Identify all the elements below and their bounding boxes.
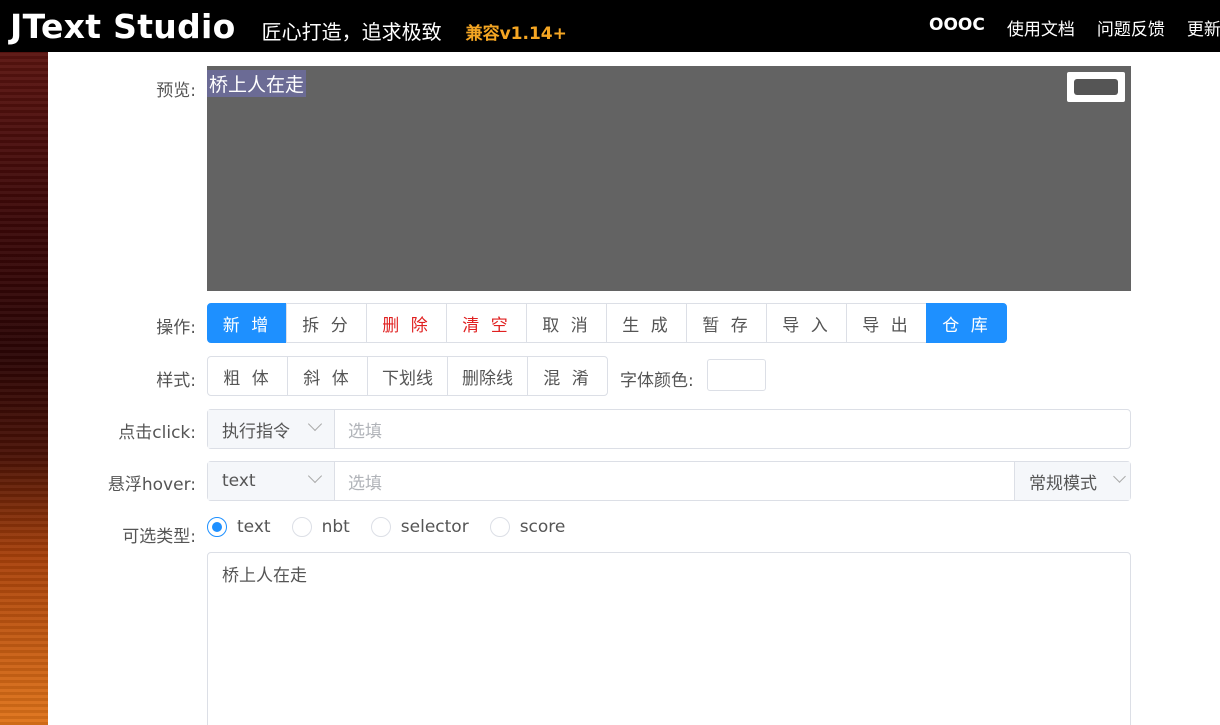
hover-type-select[interactable]: text bbox=[208, 462, 335, 500]
preview-label: 预览: bbox=[156, 81, 196, 101]
type-radio-group: text nbt selector score bbox=[207, 517, 586, 537]
click-value-input[interactable]: 选填 bbox=[335, 410, 1130, 448]
radio-unchecked-icon bbox=[489, 517, 510, 537]
radio-text-label: text bbox=[237, 517, 271, 537]
preview-area: 桥上人在走 bbox=[207, 66, 1131, 291]
style-button-group: 粗 体 斜 体 下划线 删除线 混 淆 bbox=[207, 356, 608, 396]
font-color-label: 字体颜色: bbox=[620, 371, 694, 391]
radio-selector-label: selector bbox=[400, 517, 469, 537]
chevron-down-icon bbox=[307, 416, 323, 432]
add-button[interactable]: 新 增 bbox=[207, 303, 287, 343]
slogan: 匠心打造，追求极致 bbox=[261, 19, 442, 44]
generate-button[interactable]: 生 成 bbox=[606, 303, 687, 343]
preview-text: 桥上人在走 bbox=[207, 70, 307, 97]
text-editor[interactable]: 桥上人在走 bbox=[207, 552, 1131, 725]
hover-mode-select[interactable]: 常规模式 bbox=[1014, 462, 1130, 500]
compat-badge: 兼容v1.14+ bbox=[465, 23, 567, 44]
brand-title[interactable]: JText Studio bbox=[10, 7, 236, 46]
hover-mode-value: 常规模式 bbox=[1029, 473, 1097, 494]
actions-label: 操作: bbox=[156, 318, 196, 338]
radio-score-label: score bbox=[519, 517, 566, 537]
click-action-select[interactable]: 执行指令 bbox=[208, 410, 335, 448]
obfuscate-button[interactable]: 混 淆 bbox=[527, 356, 608, 396]
font-color-picker[interactable] bbox=[707, 359, 766, 391]
action-button-group: 新 增 拆 分 删 除 清 空 取 消 生 成 暂 存 导 入 导 出 仓 库 bbox=[207, 303, 1007, 343]
nav-feedback[interactable]: 问题反馈 bbox=[1097, 15, 1165, 40]
main-panel: 预览: 桥上人在走 操作: 新 增 拆 分 删 除 清 空 取 消 生 成 暂 … bbox=[48, 52, 1220, 725]
chevron-down-icon bbox=[307, 468, 323, 484]
delete-button[interactable]: 删 除 bbox=[366, 303, 447, 343]
click-label: 点击click: bbox=[118, 423, 196, 443]
italic-button[interactable]: 斜 体 bbox=[287, 356, 368, 396]
strikethrough-button[interactable]: 删除线 bbox=[447, 356, 528, 396]
split-button[interactable]: 拆 分 bbox=[286, 303, 367, 343]
radio-checked-icon bbox=[207, 517, 227, 537]
hover-value-input[interactable]: 选填 bbox=[335, 462, 1014, 500]
background-art bbox=[0, 52, 48, 725]
bold-button[interactable]: 粗 体 bbox=[207, 356, 288, 396]
click-input-row: 执行指令 选填 bbox=[207, 409, 1131, 449]
styles-label: 样式: bbox=[156, 371, 196, 391]
import-button[interactable]: 导 入 bbox=[766, 303, 847, 343]
top-header: JText Studio 匠心打造，追求极致 兼容v1.14+ OOOC 使用文… bbox=[0, 0, 1220, 52]
hover-input-row: text 选填 常规模式 bbox=[207, 461, 1131, 501]
hover-type-value: text bbox=[222, 471, 256, 491]
radio-unchecked-icon bbox=[370, 517, 391, 537]
nav-updates[interactable]: 更新 bbox=[1187, 15, 1220, 40]
nav-docs[interactable]: 使用文档 bbox=[1007, 15, 1075, 40]
stash-button[interactable]: 暂 存 bbox=[686, 303, 767, 343]
radio-unchecked-icon bbox=[291, 517, 312, 537]
preview-bg-toggle[interactable] bbox=[1067, 72, 1125, 102]
radio-selector[interactable]: selector bbox=[370, 517, 469, 537]
top-nav: OOOC 使用文档 问题反馈 更新 bbox=[929, 15, 1220, 40]
hover-label: 悬浮hover: bbox=[107, 475, 196, 495]
radio-score[interactable]: score bbox=[489, 517, 566, 537]
underline-button[interactable]: 下划线 bbox=[367, 356, 448, 396]
radio-text[interactable]: text bbox=[207, 517, 271, 537]
export-button[interactable]: 导 出 bbox=[846, 303, 927, 343]
click-action-value: 执行指令 bbox=[222, 421, 290, 442]
chevron-down-icon bbox=[1113, 470, 1126, 483]
radio-nbt[interactable]: nbt bbox=[291, 517, 350, 537]
repository-button[interactable]: 仓 库 bbox=[926, 303, 1007, 343]
radio-nbt-label: nbt bbox=[321, 517, 350, 537]
nav-oooc[interactable]: OOOC bbox=[929, 15, 985, 40]
cancel-button[interactable]: 取 消 bbox=[526, 303, 607, 343]
clear-button[interactable]: 清 空 bbox=[446, 303, 527, 343]
types-label: 可选类型: bbox=[122, 527, 196, 547]
